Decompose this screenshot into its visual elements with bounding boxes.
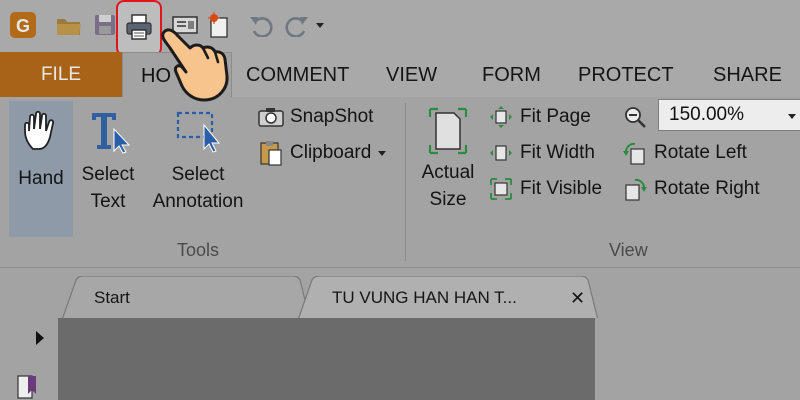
open-folder-icon[interactable] (54, 10, 84, 40)
select-text-label-1: Select (81, 164, 135, 185)
actual-size-icon (428, 107, 468, 155)
ribbon-panel: Hand Select Text Select Annotation SnapS… (0, 97, 800, 268)
rotate-right-label: Rotate Right (654, 178, 760, 199)
chevron-down-icon (378, 151, 387, 156)
document-tab-active[interactable]: TU VUNG HAN HAN T... (332, 276, 517, 320)
undo-icon[interactable] (246, 10, 276, 40)
tab-share[interactable]: SHARE (713, 52, 782, 98)
clipboard-label: Clipboard (290, 142, 372, 163)
redo-icon[interactable] (282, 10, 312, 40)
hand-label: Hand (18, 168, 64, 189)
tab-form[interactable]: FORM (482, 52, 541, 98)
ribbon-tabs: FILE HO COMMENT VIEW FORM PROTECT SHARE (0, 52, 800, 100)
actual-size-label-2: Size (429, 189, 467, 210)
rotate-right-button[interactable]: Rotate Right (622, 177, 760, 201)
customize-dropdown-icon[interactable] (312, 10, 328, 40)
rotate-right-icon (622, 177, 648, 201)
actual-size-button[interactable]: Actual Size (414, 101, 482, 237)
zoom-level-value: 150.00% (669, 104, 745, 125)
bookmark-icon[interactable] (14, 374, 40, 400)
tools-group-label: Tools (177, 240, 220, 260)
clipboard-icon (258, 141, 284, 166)
snapshot-label: SnapShot (290, 106, 374, 127)
hand-tool-button[interactable]: Hand (9, 101, 73, 237)
quick-access-toolbar: G (0, 0, 800, 56)
app-logo-icon[interactable]: G (8, 10, 38, 40)
document-view-area[interactable] (58, 318, 595, 400)
fit-visible-button[interactable]: Fit Visible (488, 177, 602, 201)
clipboard-button[interactable]: Clipboard (258, 141, 387, 166)
hand-icon (24, 110, 55, 150)
fit-width-label: Fit Width (520, 142, 595, 163)
expand-panel-icon[interactable] (34, 330, 46, 346)
rotate-left-icon (622, 141, 648, 165)
fit-width-icon (488, 141, 514, 165)
rotate-left-label: Rotate Left (654, 142, 747, 163)
fit-page-label: Fit Page (520, 106, 591, 127)
fit-page-button[interactable]: Fit Page (488, 105, 591, 129)
select-text-label-2: Text (90, 191, 126, 212)
svg-text:G: G (16, 16, 30, 36)
chevron-down-icon (788, 114, 796, 119)
zoom-out-icon (622, 105, 648, 129)
select-annotation-button[interactable]: Select Annotation (146, 101, 250, 237)
pointing-hand-cursor-icon (161, 28, 229, 102)
zoom-level-select[interactable]: 150.00% (658, 99, 800, 131)
close-tab-icon[interactable]: ✕ (570, 276, 585, 320)
camera-icon (258, 105, 284, 129)
navigation-panel (0, 318, 58, 400)
fit-width-button[interactable]: Fit Width (488, 141, 595, 165)
select-text-button[interactable]: Select Text (76, 101, 140, 237)
view-group-label: View (609, 240, 648, 260)
tab-view[interactable]: VIEW (386, 52, 437, 98)
zoom-out-button[interactable] (622, 105, 654, 129)
group-divider (405, 103, 406, 261)
snapshot-button[interactable]: SnapShot (258, 105, 373, 129)
select-annotation-label-2: Annotation (152, 191, 244, 212)
select-annotation-icon (176, 111, 221, 153)
document-tab-start[interactable]: Start (94, 276, 130, 320)
select-annotation-label-1: Select (171, 164, 225, 185)
tab-protect[interactable]: PROTECT (578, 52, 674, 98)
document-tab-strip: Start TU VUNG HAN HAN T... ✕ (0, 268, 800, 320)
rotate-left-button[interactable]: Rotate Left (622, 141, 747, 165)
document-tab-shapes (61, 276, 599, 320)
tab-comment[interactable]: COMMENT (246, 52, 349, 98)
actual-size-label-1: Actual (421, 162, 475, 183)
tab-file[interactable]: FILE (0, 52, 122, 98)
fit-visible-icon (488, 177, 514, 201)
fit-visible-label: Fit Visible (520, 178, 603, 199)
select-text-icon (92, 113, 131, 154)
workspace-background (595, 318, 800, 400)
print-icon[interactable] (124, 12, 154, 42)
fit-page-icon (488, 105, 514, 129)
